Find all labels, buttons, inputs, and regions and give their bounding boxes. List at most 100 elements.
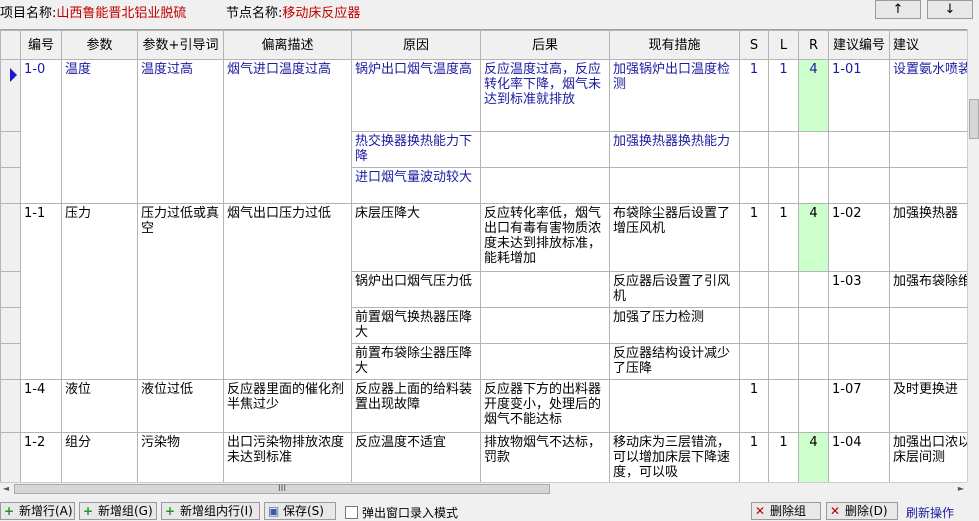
cell-suggestion[interactable]: 加强换热器 (889, 203, 967, 272)
cell-s[interactable] (739, 343, 769, 380)
cell-l[interactable] (768, 167, 799, 204)
scroll-left-icon[interactable]: ◄ (0, 484, 12, 494)
cell-s[interactable]: 1 (739, 203, 769, 272)
cell-suggest-id[interactable]: 1-03 (828, 271, 890, 308)
delete-group-button[interactable]: ✕ 删除组 (751, 502, 821, 520)
cell-suggestion[interactable]: 加强出口浓以及床层间测 (889, 432, 967, 483)
cell-deviation[interactable]: 反应器里面的催化剂半焦过少 (223, 379, 352, 433)
cell-l[interactable] (768, 343, 799, 380)
col-header-l[interactable]: L (768, 30, 799, 60)
cell-cause[interactable]: 进口烟气量波动较大 (351, 167, 481, 204)
table-row[interactable]: 1-0 温度 温度过高 烟气进口温度过高 锅炉出口烟气温度高 反应温度过高，反应… (0, 59, 967, 204)
cell-measures[interactable] (609, 167, 740, 204)
col-header-guide[interactable]: 参数+引导词 (137, 30, 224, 60)
cell-l[interactable] (768, 271, 799, 308)
checkbox-box[interactable] (345, 506, 358, 519)
cell-id[interactable]: 1-2 (20, 432, 62, 483)
add-in-group-button[interactable]: + 新增组内行(I) (161, 502, 260, 520)
table-row[interactable]: 1-4 液位 液位过低 反应器里面的催化剂半焦过少 反应器上面的给料装置出现故障… (0, 379, 967, 433)
cell-id[interactable]: 1-4 (20, 379, 62, 433)
col-header-measures[interactable]: 现有措施 (609, 30, 740, 60)
cell-s[interactable] (739, 307, 769, 344)
col-header-consequence[interactable]: 后果 (480, 30, 610, 60)
cell-suggest-id[interactable] (828, 167, 890, 204)
cell-cause[interactable]: 锅炉出口烟气压力低 (351, 271, 481, 308)
cell-r[interactable] (798, 307, 829, 344)
row-indicator[interactable] (0, 131, 21, 168)
cell-suggestion[interactable]: 加强布袋除维护 (889, 271, 967, 308)
save-button[interactable]: ▣ 保存(S) (264, 502, 336, 520)
vertical-scrollbar[interactable] (967, 29, 979, 482)
cell-s[interactable]: 1 (739, 432, 769, 483)
cell-consequence[interactable]: 反应转化率低，烟气出口有毒有害物质浓度未达到排放标准，能耗增加 (480, 203, 610, 272)
cell-param[interactable]: 压力 (61, 203, 138, 380)
cell-cause[interactable]: 反应器上面的给料装置出现故障 (351, 379, 481, 433)
cell-suggestion[interactable] (889, 131, 967, 168)
cell-l[interactable]: 1 (768, 432, 799, 483)
cell-r[interactable] (798, 379, 829, 433)
table-row[interactable]: 1-2 组分 污染物 出口污染物排放浓度未达到标准 反应温度不适宜 排放物烟气不… (0, 432, 967, 483)
cell-guide[interactable]: 污染物 (137, 432, 224, 483)
cell-guide[interactable]: 液位过低 (137, 379, 224, 433)
col-header-cause[interactable]: 原因 (351, 30, 481, 60)
col-header-id[interactable]: 编号 (20, 30, 62, 60)
cell-suggest-id[interactable]: 1-01 (828, 59, 890, 132)
cell-consequence[interactable]: 反应器下方的出料器开度变小，处理后的烟气不能达标 (480, 379, 610, 433)
cell-suggest-id[interactable] (828, 343, 890, 380)
cell-guide[interactable]: 温度过高 (137, 59, 224, 204)
cell-suggestion[interactable] (889, 343, 967, 380)
add-group-button[interactable]: + 新增组(G) (79, 502, 157, 520)
scroll-right-icon[interactable]: ► (955, 484, 967, 494)
col-header-suggestion[interactable]: 建议 (889, 30, 967, 60)
cell-cause[interactable]: 床层压降大 (351, 203, 481, 272)
cell-measures[interactable]: 反应器结构设计减少了压降 (609, 343, 740, 380)
cell-measures[interactable]: 布袋除尘器后设置了增压风机 (609, 203, 740, 272)
cell-suggest-id[interactable]: 1-07 (828, 379, 890, 433)
cell-suggestion[interactable] (889, 307, 967, 344)
cell-consequence[interactable]: 排放物烟气不达标，罚款 (480, 432, 610, 483)
cell-measures[interactable] (609, 379, 740, 433)
delete-button[interactable]: ✕ 删除(D) (826, 502, 898, 520)
cell-param[interactable]: 液位 (61, 379, 138, 433)
cell-r[interactable]: 4 (798, 432, 829, 483)
cell-measures[interactable]: 加强锅炉出口温度检测 (609, 59, 740, 132)
cell-suggestion[interactable] (889, 167, 967, 204)
add-row-button[interactable]: + 新增行(A) (0, 502, 75, 520)
cell-suggest-id[interactable] (828, 307, 890, 344)
row-indicator[interactable] (0, 59, 21, 132)
cell-consequence[interactable] (480, 307, 610, 344)
cell-measures[interactable]: 加强换热器换热能力 (609, 131, 740, 168)
cell-param[interactable]: 温度 (61, 59, 138, 204)
cell-deviation[interactable]: 烟气进口温度过高 (223, 59, 352, 204)
col-header-deviation[interactable]: 偏离描述 (223, 30, 352, 60)
row-indicator[interactable] (0, 203, 21, 272)
cell-measures[interactable]: 加强了压力检测 (609, 307, 740, 344)
cell-s[interactable] (739, 167, 769, 204)
cell-r[interactable] (798, 271, 829, 308)
cell-param[interactable]: 组分 (61, 432, 138, 483)
cell-s[interactable]: 1 (739, 379, 769, 433)
cell-suggest-id[interactable] (828, 131, 890, 168)
cell-consequence[interactable] (480, 271, 610, 308)
cell-id[interactable]: 1-1 (20, 203, 62, 380)
cell-measures[interactable]: 移动床为三层错流，可以增加床层下降速度，可以吸 (609, 432, 740, 483)
cell-suggest-id[interactable]: 1-02 (828, 203, 890, 272)
cell-s[interactable]: 1 (739, 59, 769, 132)
cell-l[interactable] (768, 131, 799, 168)
cell-s[interactable] (739, 131, 769, 168)
cell-l[interactable] (768, 307, 799, 344)
cell-id[interactable]: 1-0 (20, 59, 62, 204)
refresh-link[interactable]: 刷新操作 (906, 504, 954, 521)
cell-measures[interactable]: 反应器后设置了引风机 (609, 271, 740, 308)
move-down-button[interactable]: ↓ (927, 0, 973, 19)
col-header-suggest-id[interactable]: 建议编号 (828, 30, 890, 60)
cell-r[interactable] (798, 167, 829, 204)
cell-suggest-id[interactable]: 1-04 (828, 432, 890, 483)
cell-l[interactable]: 1 (768, 203, 799, 272)
cell-cause[interactable]: 前置布袋除尘器压降大 (351, 343, 481, 380)
horizontal-scroll-thumb[interactable]: III (14, 484, 550, 494)
popup-mode-checkbox[interactable]: 弹出窗口录入模式 (345, 504, 458, 521)
move-up-button[interactable]: ↑ (875, 0, 921, 19)
cell-consequence[interactable] (480, 131, 610, 168)
cell-deviation[interactable]: 出口污染物排放浓度未达到标准 (223, 432, 352, 483)
